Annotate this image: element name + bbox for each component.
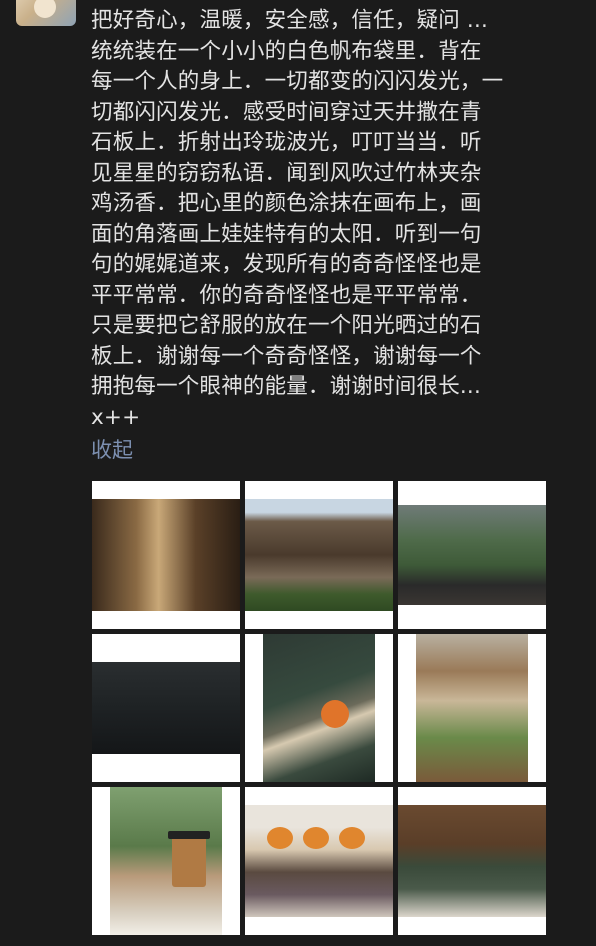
photo-2-image (245, 499, 393, 611)
photo-7-image (110, 787, 222, 935)
photo-6-image (416, 634, 528, 782)
fruit (303, 827, 329, 849)
photo-5-image (263, 634, 375, 782)
avatar-face (34, 0, 56, 18)
collapse-link[interactable]: 收起 (91, 434, 133, 464)
orange-fruit (321, 700, 349, 728)
photo-4[interactable] (92, 634, 240, 782)
coffee-cup-lid (168, 831, 210, 839)
photo-2[interactable] (245, 481, 393, 629)
photo-4-image (92, 662, 240, 754)
photo-1-image (92, 499, 240, 611)
photo-3-image (398, 505, 546, 605)
photo-8-image (245, 805, 393, 917)
photo-1[interactable] (92, 481, 240, 629)
photo-8[interactable] (245, 787, 393, 935)
photo-grid (92, 481, 546, 935)
photo-3[interactable] (398, 481, 546, 629)
post-text: 把好奇心，温暖，安全感，信任，疑问 ... 统统装在一个小小的白色帆布袋里．背在… (91, 8, 504, 430)
avatar[interactable] (16, 0, 76, 26)
photo-5[interactable] (245, 634, 393, 782)
fruit (339, 827, 365, 849)
photo-6[interactable] (398, 634, 546, 782)
photo-9-image (398, 805, 546, 917)
fruit (267, 827, 293, 849)
photo-7[interactable] (92, 787, 240, 935)
coffee-cup (172, 835, 206, 887)
photo-9[interactable] (398, 787, 546, 935)
